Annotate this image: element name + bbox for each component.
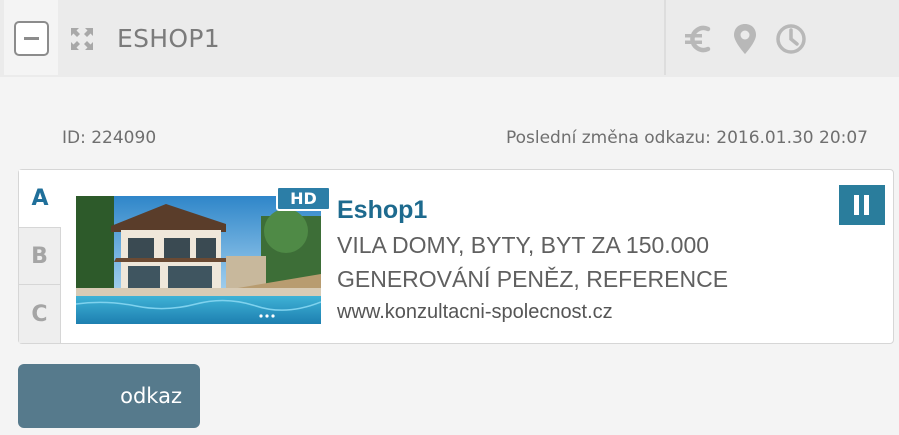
link-button[interactable]: odkaz <box>18 364 200 428</box>
tab-c[interactable]: C <box>19 284 61 343</box>
ad-id: ID: 224090 <box>62 128 157 148</box>
hd-badge: HD <box>276 186 331 211</box>
location-icon[interactable] <box>729 22 761 56</box>
ad-preview-card: A B C HD Eshop1 VILA DOMY, BYTY, BYT ZA … <box>18 169 894 344</box>
collapse-icon[interactable] <box>14 21 49 56</box>
clock-icon[interactable] <box>775 22 807 56</box>
ad-title: Eshop1 <box>337 196 428 224</box>
ad-description-line-1: VILA DOMY, BYTY, BYT ZA 150.000 <box>337 232 710 258</box>
variant-tabs: A B C <box>19 170 61 343</box>
tab-a[interactable]: A <box>19 170 61 227</box>
page-title: ESHOP1 <box>117 24 220 53</box>
ad-url: www.konzultacni-spolecnost.cz <box>337 301 613 323</box>
header-divider <box>664 0 666 75</box>
ad-description-line-2: GENEROVÁNÍ PENĚZ, REFERENCE <box>337 266 729 292</box>
collapse-area <box>4 0 58 75</box>
euro-icon[interactable] <box>683 22 715 56</box>
header-bar: ESHOP1 <box>0 0 899 77</box>
tab-b[interactable]: B <box>19 227 61 284</box>
ad-image <box>76 196 321 324</box>
last-change: Poslední změna odkazu: 2016.01.30 20:07 <box>505 128 868 148</box>
pause-button[interactable] <box>839 185 885 225</box>
expand-icon[interactable] <box>70 27 94 51</box>
